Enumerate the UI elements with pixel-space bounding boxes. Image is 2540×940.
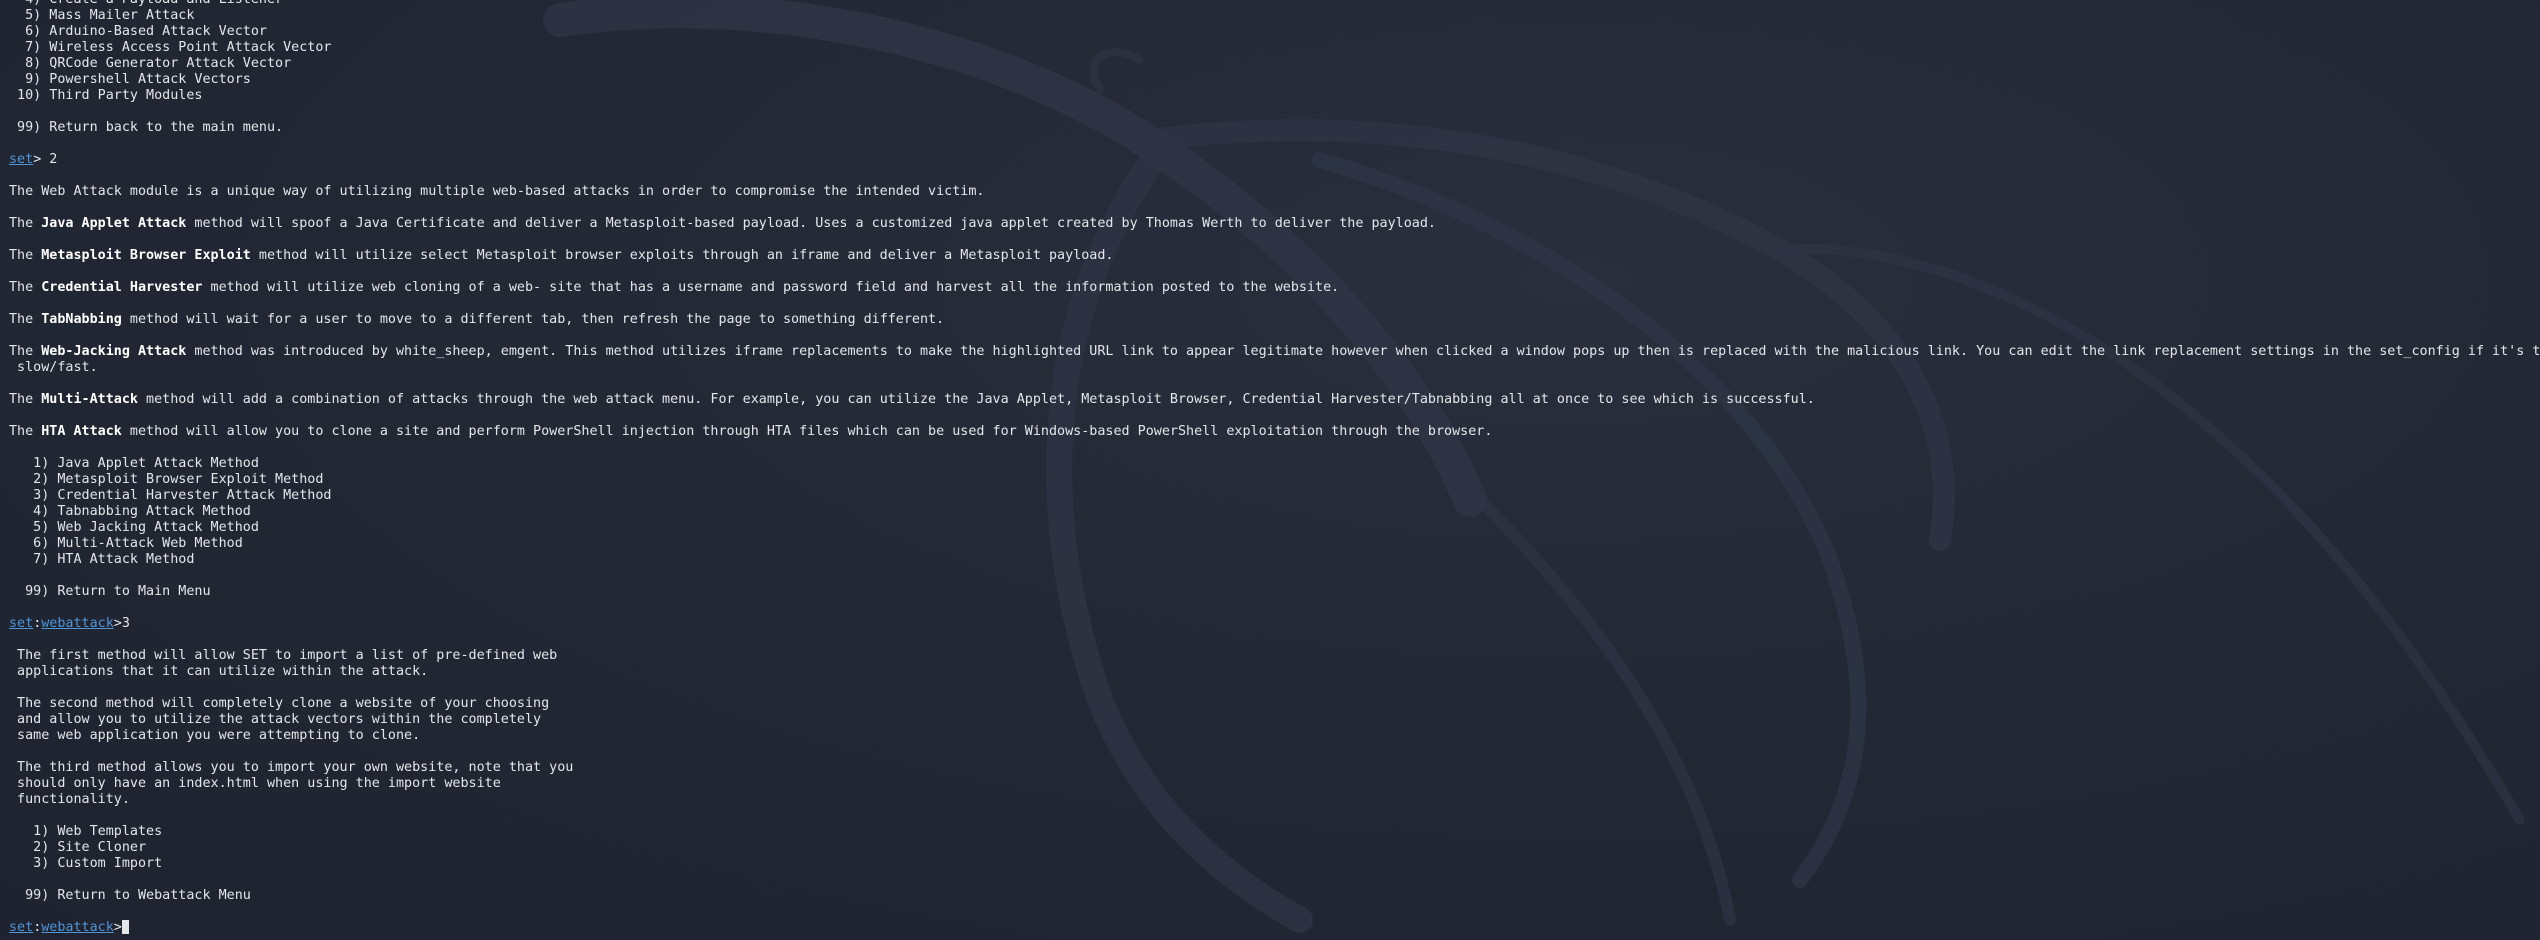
description-line: The Credential Harvester method will uti…: [9, 280, 1340, 295]
prompt-line: set:webattack>3: [9, 616, 130, 631]
menu-item-return: 99) Return to Main Menu: [9, 584, 211, 599]
prompt-input: >3: [113, 616, 130, 631]
method-name: Credential Harvester: [41, 280, 203, 295]
menu-item: 1) Web Templates: [9, 824, 163, 839]
menu-item: 2) Metasploit Browser Exploit Method: [9, 472, 324, 487]
menu-item: 9) Powershell Attack Vectors: [9, 72, 251, 87]
method-name: TabNabbing: [41, 312, 122, 327]
menu-item-return: 99) Return to Webattack Menu: [9, 888, 251, 903]
module-link[interactable]: webattack: [41, 920, 114, 935]
menu-item: 3) Custom Import: [9, 856, 163, 871]
method-name: HTA Attack: [41, 424, 122, 439]
info-text: The second method will completely clone …: [9, 696, 550, 711]
info-text: applications that it can utilize within …: [9, 664, 429, 679]
menu-item: 4) Create a Payload and Listener: [9, 0, 2534, 8]
description-line: The Web-Jacking Attack method was introd…: [9, 344, 2540, 359]
info-text: same web application you were attempting…: [9, 728, 421, 743]
text-cursor: [121, 920, 129, 934]
description-line: The Java Applet Attack method will spoof…: [9, 216, 1436, 231]
prompt-input: >: [113, 920, 122, 935]
info-text: The first method will allow SET to impor…: [9, 648, 558, 663]
prompt-line: set> 2: [9, 152, 2534, 168]
menu-item-return: 99) Return back to the main menu.: [9, 120, 284, 135]
menu-item: 5) Web Jacking Attack Method: [9, 520, 259, 535]
menu-item: 1) Java Applet Attack Method: [9, 456, 259, 471]
terminal-output: 4) Create a Payload and Listener 5) Mass…: [9, 0, 2540, 936]
active-prompt-line[interactable]: set:webattack>: [9, 920, 2534, 936]
menu-item: 4) Tabnabbing Attack Method: [9, 504, 251, 519]
info-text: should only have an index.html when usin…: [9, 776, 501, 791]
method-name: Metasploit Browser Exploit: [41, 248, 251, 263]
set-prompt-link[interactable]: set: [9, 920, 33, 935]
menu-item: 5) Mass Mailer Attack: [9, 8, 195, 23]
menu-item: 7) HTA Attack Method: [9, 552, 195, 567]
menu-item: 7) Wireless Access Point Attack Vector: [9, 40, 332, 55]
method-name: Multi-Attack: [41, 392, 138, 407]
info-text: functionality.: [9, 792, 130, 807]
description-line-wrap: slow/fast.: [9, 360, 98, 375]
description-line: The TabNabbing method will wait for a us…: [9, 312, 945, 327]
module-link[interactable]: webattack: [41, 616, 114, 631]
menu-item: 6) Multi-Attack Web Method: [9, 536, 243, 551]
terminal-window[interactable]: 4) Create a Payload and Listener 5) Mass…: [0, 0, 2540, 940]
menu-item: 2) Site Cloner: [9, 840, 147, 855]
info-text: and allow you to utilize the attack vect…: [9, 712, 542, 727]
description-line: The HTA Attack method will allow you to …: [9, 424, 1493, 439]
set-prompt-link[interactable]: set: [9, 616, 33, 631]
menu-item: 8) QRCode Generator Attack Vector: [9, 56, 292, 71]
menu-item: 3) Credential Harvester Attack Method: [9, 488, 332, 503]
description-line: The Metasploit Browser Exploit method wi…: [9, 248, 1114, 263]
menu-item: 6) Arduino-Based Attack Vector: [9, 24, 267, 39]
set-prompt-link[interactable]: set: [9, 152, 33, 167]
intro-text: The Web Attack module is a unique way of…: [9, 184, 985, 199]
info-text: The third method allows you to import yo…: [9, 760, 574, 775]
method-name: Java Applet Attack: [41, 216, 187, 231]
description-line: The Multi-Attack method will add a combi…: [9, 392, 1815, 407]
method-name: Web-Jacking Attack: [41, 344, 187, 359]
prompt-input: > 2: [33, 152, 58, 167]
menu-item: 10) Third Party Modules: [9, 88, 203, 103]
